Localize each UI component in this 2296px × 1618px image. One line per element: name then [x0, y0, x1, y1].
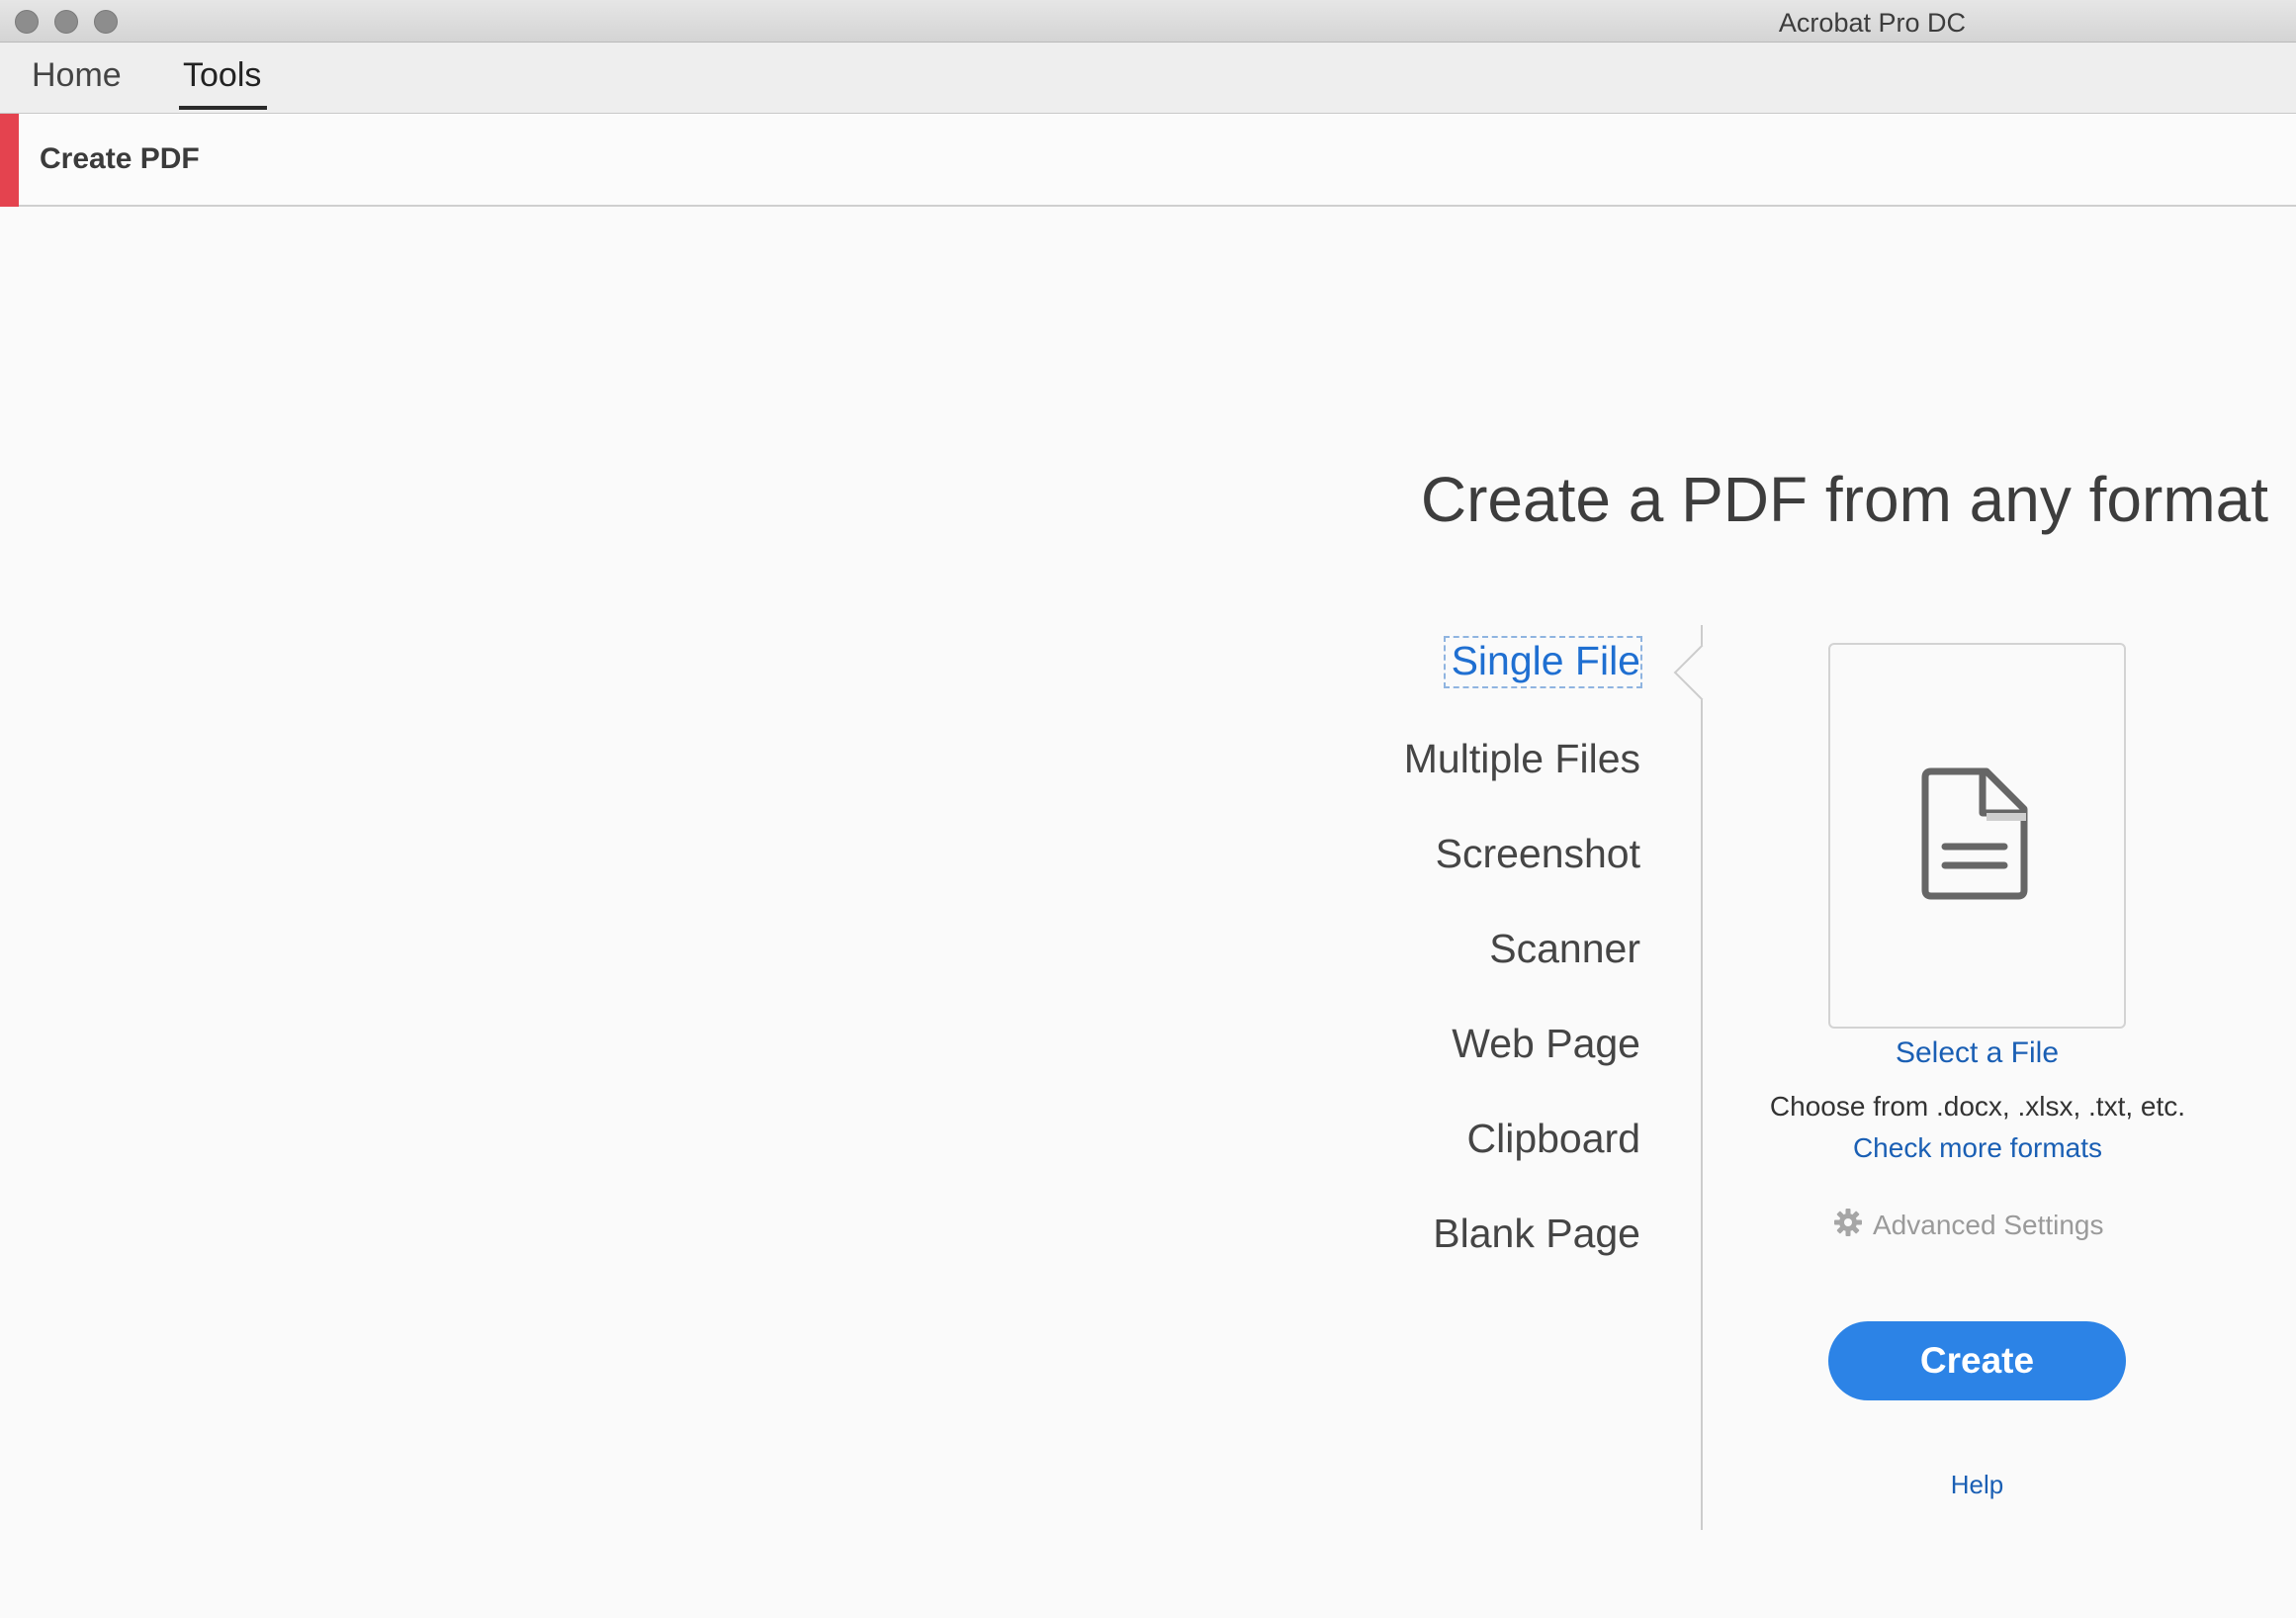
- option-blank-page[interactable]: Blank Page: [1433, 1211, 1640, 1257]
- page-heading: Create a PDF from any format: [1420, 464, 2268, 535]
- options-divider: [1701, 625, 1703, 1530]
- gear-icon: [1834, 1209, 1862, 1236]
- tool-accent-bar: [0, 114, 19, 207]
- tool-header: Create PDF: [0, 114, 2296, 207]
- option-clipboard[interactable]: Clipboard: [1467, 1116, 1641, 1162]
- document-icon: [1921, 767, 2028, 900]
- option-web-page[interactable]: Web Page: [1452, 1021, 1640, 1067]
- create-button[interactable]: Create: [1828, 1321, 2126, 1400]
- option-scanner[interactable]: Scanner: [1489, 926, 1640, 972]
- window-title: Acrobat Pro DC: [1778, 8, 1966, 38]
- tool-title: Create PDF: [40, 142, 200, 175]
- tab-home[interactable]: Home: [32, 56, 122, 95]
- advanced-settings-label: Advanced Settings: [1873, 1210, 2104, 1240]
- help-link[interactable]: Help: [1828, 1470, 2126, 1500]
- selection-pointer: [1673, 644, 1730, 701]
- supported-formats-text: Choose from .docx, .xlsx, .txt, etc.: [1769, 1091, 2186, 1122]
- close-window-button[interactable]: [15, 10, 39, 34]
- title-bar: Acrobat Pro DC: [0, 0, 2296, 43]
- minimize-window-button[interactable]: [54, 10, 78, 34]
- check-more-formats-link[interactable]: Check more formats: [1681, 1132, 2274, 1164]
- tab-bar: Home Tools: [0, 43, 2296, 114]
- advanced-settings-button[interactable]: Advanced Settings: [1833, 1208, 2104, 1241]
- active-tab-indicator: [179, 106, 267, 110]
- zoom-window-button[interactable]: [94, 10, 118, 34]
- file-drop-area[interactable]: [1828, 643, 2126, 1029]
- select-file-link[interactable]: Select a File: [1828, 1036, 2126, 1070]
- option-single-file[interactable]: Single File: [1443, 636, 1642, 688]
- tab-tools[interactable]: Tools: [183, 56, 261, 95]
- option-screenshot[interactable]: Screenshot: [1436, 831, 1640, 877]
- option-multiple-files[interactable]: Multiple Files: [1404, 736, 1640, 782]
